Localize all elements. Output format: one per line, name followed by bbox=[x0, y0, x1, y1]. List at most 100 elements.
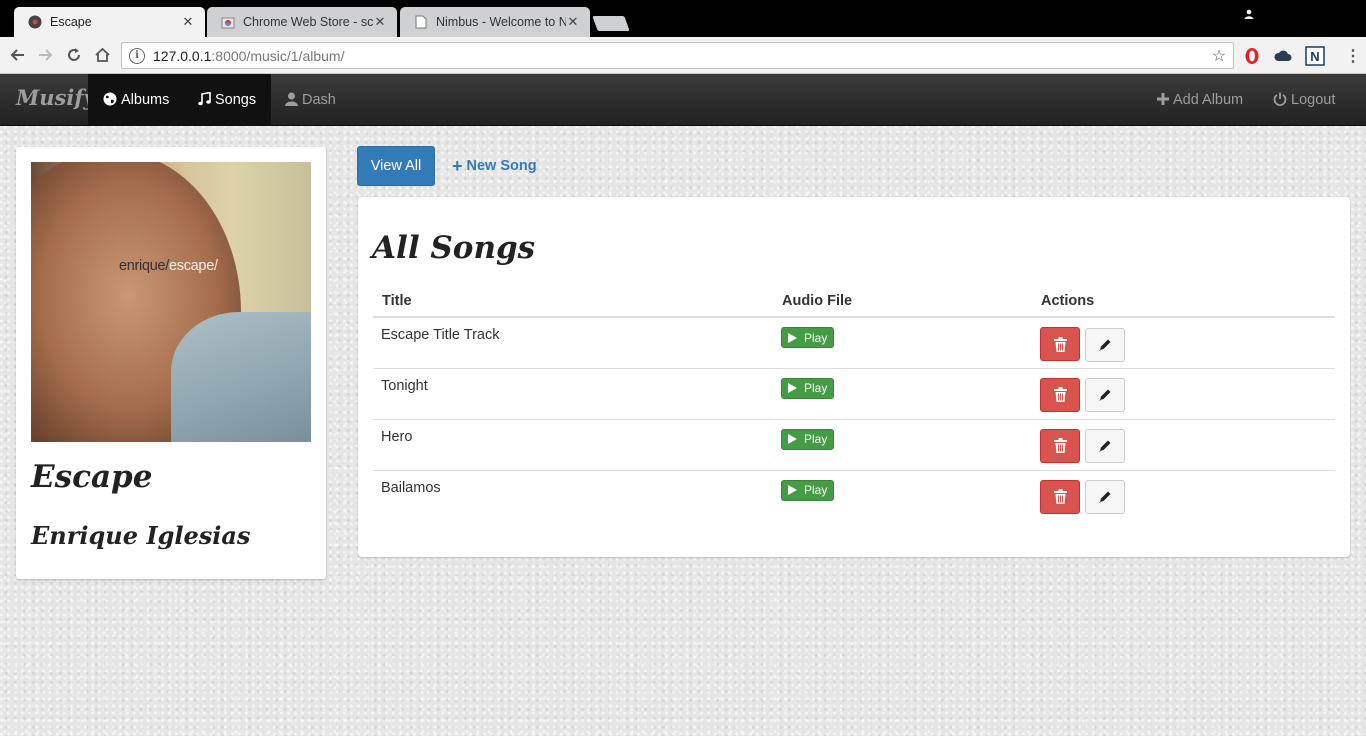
play-label: Play bbox=[804, 483, 828, 497]
delete-button[interactable] bbox=[1040, 428, 1080, 463]
close-tab-icon[interactable]: ✕ bbox=[181, 14, 195, 30]
cover-text-light: escape/ bbox=[169, 258, 218, 274]
browser-tab-title: Nimbus - Welcome to Ni bbox=[436, 15, 566, 29]
play-button[interactable]: Play bbox=[781, 327, 835, 348]
edit-button[interactable] bbox=[1085, 327, 1126, 362]
album-card: enrique/escape/ Escape Enrique Iglesias bbox=[16, 147, 326, 579]
nav-songs-label: Songs bbox=[215, 92, 257, 108]
view-all-button[interactable]: View All bbox=[357, 146, 435, 186]
nav-dash[interactable]: Dash bbox=[270, 74, 351, 126]
actions-cell bbox=[1032, 418, 1335, 470]
album-cover-image: enrique/escape/ bbox=[31, 162, 311, 442]
nav-logout-label: Logout bbox=[1291, 92, 1336, 108]
delete-button[interactable] bbox=[1040, 479, 1080, 514]
pencil-icon bbox=[1099, 491, 1111, 503]
back-icon[interactable] bbox=[6, 44, 28, 66]
actions-cell bbox=[1032, 469, 1335, 521]
profile-icon[interactable] bbox=[1242, 9, 1256, 23]
nimbus-icon[interactable]: N bbox=[1305, 46, 1325, 66]
opera-icon[interactable] bbox=[1242, 46, 1262, 66]
new-song-label: New Song bbox=[466, 158, 537, 174]
audio-cell: Play bbox=[773, 317, 1032, 368]
info-icon[interactable]: i bbox=[129, 47, 145, 64]
document-icon bbox=[414, 15, 428, 29]
cover-text: enrique/escape/ bbox=[119, 258, 218, 274]
song-title: Hero bbox=[373, 418, 773, 470]
trash-icon bbox=[1053, 387, 1067, 402]
audio-cell: Play bbox=[773, 418, 1032, 470]
table-header-row: Title Audio File Actions bbox=[373, 285, 1335, 318]
edit-button[interactable] bbox=[1085, 480, 1126, 514]
globe-icon bbox=[103, 92, 117, 109]
trash-icon bbox=[1053, 438, 1067, 453]
plus-icon bbox=[1157, 92, 1169, 108]
browser-tab-nimbus[interactable]: Nimbus - Welcome to Ni ✕ bbox=[400, 7, 590, 37]
url-text[interactable]: 127.0.0.1:8000/music/1/album/ bbox=[153, 48, 1209, 64]
audio-cell: Play bbox=[773, 469, 1032, 521]
play-icon bbox=[788, 332, 797, 343]
cloud-icon[interactable] bbox=[1273, 46, 1293, 66]
table-row: Hero Play bbox=[373, 418, 1335, 470]
menu-icon[interactable]: ⋮ bbox=[1343, 46, 1363, 66]
column-header-audio-file: Audio File bbox=[773, 285, 1032, 318]
new-tab-button[interactable] bbox=[592, 16, 630, 31]
star-icon[interactable]: ☆ bbox=[1209, 46, 1229, 66]
close-tab-icon[interactable]: ✕ bbox=[373, 14, 387, 30]
pencil-icon bbox=[1099, 440, 1111, 452]
plus-icon: + bbox=[452, 155, 463, 176]
forward-icon[interactable] bbox=[35, 44, 57, 66]
svg-text:N: N bbox=[1310, 49, 1319, 64]
play-button[interactable]: Play bbox=[781, 377, 835, 399]
album-title: Escape bbox=[31, 459, 153, 495]
song-title: Bailamos bbox=[373, 469, 773, 521]
play-label: Play bbox=[804, 381, 828, 395]
browser-tab-chrome-web-store[interactable]: Chrome Web Store - scre ✕ bbox=[207, 7, 397, 37]
table-row: Escape Title Track Play bbox=[373, 317, 1335, 368]
play-button[interactable]: Play bbox=[781, 428, 835, 450]
play-button[interactable]: Play bbox=[781, 479, 835, 501]
reload-icon[interactable] bbox=[63, 44, 85, 66]
browser-tab-title: Chrome Web Store - scre bbox=[243, 15, 373, 29]
column-header-title: Title bbox=[373, 285, 773, 318]
delete-button[interactable] bbox=[1040, 377, 1080, 412]
nav-albums[interactable]: Albums bbox=[88, 74, 185, 126]
table-row: Tonight Play bbox=[373, 367, 1335, 419]
power-icon bbox=[1273, 92, 1287, 109]
browser-tab-title: Escape bbox=[50, 15, 92, 29]
navbar: Musify Albums Songs Dash Add Album Logou… bbox=[0, 74, 1366, 126]
browser-toolbar: i 127.0.0.1:8000/music/1/album/ ☆ N ⋮ bbox=[0, 37, 1366, 74]
edit-button[interactable] bbox=[1085, 429, 1126, 463]
play-icon bbox=[788, 434, 797, 444]
pencil-icon bbox=[1099, 339, 1111, 351]
delete-button[interactable] bbox=[1040, 327, 1080, 361]
cover-text-dark: enrique/ bbox=[119, 258, 169, 274]
nav-songs[interactable]: Songs bbox=[182, 74, 272, 126]
record-icon bbox=[28, 15, 42, 29]
close-tab-icon[interactable]: ✕ bbox=[566, 14, 580, 30]
url-host: 127.0.0.1 bbox=[153, 47, 212, 64]
brand-logo[interactable]: Musify bbox=[16, 85, 96, 110]
songs-panel: All Songs Title Audio File Actions Escap… bbox=[358, 197, 1350, 557]
nav-albums-label: Albums bbox=[121, 92, 170, 108]
cover-shirt-shape bbox=[171, 312, 311, 442]
url-path: :8000/music/1/album/ bbox=[211, 47, 345, 64]
songs-table: Title Audio File Actions Escape Title Tr… bbox=[373, 285, 1335, 521]
home-icon[interactable] bbox=[91, 44, 113, 66]
browser-tabstrip: Escape ✕ Chrome Web Store - scre ✕ Nimbu… bbox=[0, 0, 1366, 37]
new-song-button[interactable]: + New Song bbox=[452, 156, 537, 176]
nav-logout[interactable]: Logout bbox=[1258, 74, 1350, 126]
play-label: Play bbox=[804, 432, 828, 446]
edit-button[interactable] bbox=[1085, 378, 1126, 412]
column-header-actions: Actions bbox=[1032, 285, 1335, 318]
actions-cell bbox=[1032, 367, 1335, 419]
address-bar[interactable]: i 127.0.0.1:8000/music/1/album/ ☆ bbox=[121, 42, 1234, 69]
album-artist: Enrique Iglesias bbox=[31, 521, 251, 550]
nav-add-album[interactable]: Add Album bbox=[1142, 74, 1258, 126]
panel-title: All Songs bbox=[372, 230, 536, 266]
actions-cell bbox=[1032, 317, 1335, 368]
user-icon bbox=[285, 92, 298, 109]
music-icon bbox=[197, 91, 211, 109]
nav-dash-label: Dash bbox=[302, 92, 336, 108]
browser-tab-escape[interactable]: Escape ✕ bbox=[14, 7, 205, 37]
play-icon bbox=[788, 485, 797, 495]
